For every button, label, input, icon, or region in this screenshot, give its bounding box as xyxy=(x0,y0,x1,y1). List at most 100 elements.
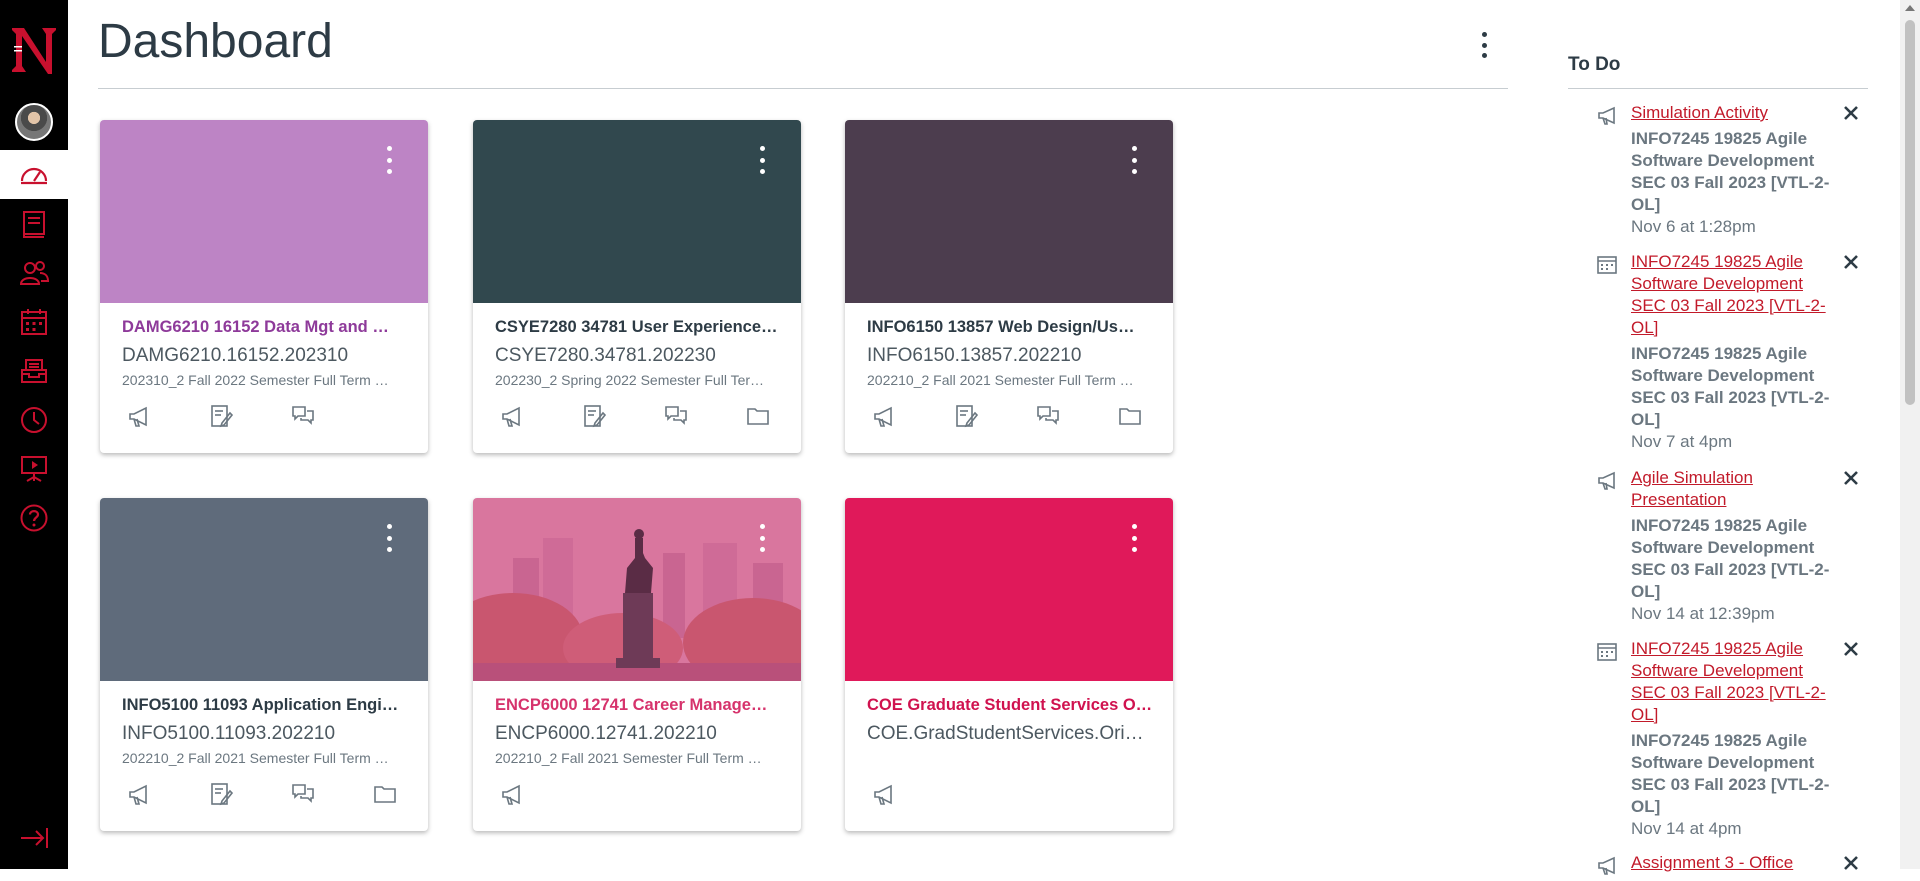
close-icon xyxy=(1844,642,1858,656)
inbox-icon xyxy=(21,358,47,383)
dismiss-todo-button[interactable] xyxy=(1842,104,1860,122)
nav-courses[interactable] xyxy=(0,199,68,248)
assignments-icon xyxy=(956,405,979,428)
course-card-term: 202210_2 Fall 2021 Semester Full Term … xyxy=(122,750,389,766)
announcements-button[interactable] xyxy=(491,400,573,432)
course-card[interactable]: DAMG6210 16152 Data Mgt and … DAMG6210.1… xyxy=(100,120,428,453)
files-button[interactable] xyxy=(737,400,801,432)
announcements-icon xyxy=(874,406,892,427)
northeastern-logo[interactable] xyxy=(6,22,62,78)
nav-studio[interactable] xyxy=(0,444,68,493)
course-card-name[interactable]: DAMG6210 16152 Data Mgt and … xyxy=(122,318,412,337)
course-card-term: 202210_2 Fall 2021 Semester Full Term … xyxy=(495,750,762,766)
nav-calendar[interactable] xyxy=(0,297,68,346)
announcements-button[interactable] xyxy=(863,778,945,810)
dismiss-todo-button[interactable] xyxy=(1842,469,1860,487)
todo-item-link[interactable]: Agile Simulation Presentation xyxy=(1631,467,1831,511)
course-card[interactable]: ENCP6000 12741 Career Manage… ENCP6000.1… xyxy=(473,498,801,831)
calendar-event-icon xyxy=(1596,640,1618,662)
card-options-button[interactable] xyxy=(382,522,396,554)
assignments-button[interactable] xyxy=(573,400,655,432)
assignments-icon xyxy=(211,783,234,806)
card-options-button[interactable] xyxy=(382,144,396,176)
groups-icon xyxy=(19,260,50,285)
nav-inbox[interactable] xyxy=(0,346,68,395)
course-card[interactable]: INFO6150 13857 Web Design/Us… INFO6150.1… xyxy=(845,120,1173,453)
card-options-button[interactable] xyxy=(755,144,769,176)
announcement-icon xyxy=(1596,854,1618,876)
todo-item-date: Nov 14 at 12:39pm xyxy=(1631,604,1775,623)
todo-item-link[interactable]: Simulation Activity xyxy=(1631,102,1831,124)
discussions-button[interactable] xyxy=(655,400,737,432)
calendar-event-icon xyxy=(1596,253,1618,275)
todo-item-link[interactable]: INFO7245 19825 Agile Software Developmen… xyxy=(1631,638,1831,726)
close-icon xyxy=(1844,471,1858,485)
course-card-name[interactable]: INFO6150 13857 Web Design/Us… xyxy=(867,318,1157,337)
dismiss-todo-button[interactable] xyxy=(1842,854,1860,872)
scroll-up-icon[interactable] xyxy=(1905,5,1915,11)
nav-history[interactable] xyxy=(0,395,68,444)
announcements-button[interactable] xyxy=(118,400,200,432)
assignments-button[interactable] xyxy=(945,400,1027,432)
announcement-icon xyxy=(1596,469,1618,491)
kebab-dot-icon xyxy=(1481,42,1487,48)
course-card-image xyxy=(473,498,801,681)
todo-item-link[interactable]: INFO7245 19825 Agile Software Developmen… xyxy=(1631,251,1831,339)
nav-dashboard[interactable] xyxy=(0,150,68,199)
course-card-actions xyxy=(491,778,573,810)
course-card[interactable]: INFO5100 11093 Application Engi… INFO510… xyxy=(100,498,428,831)
todo-heading: To Do xyxy=(1568,54,1621,75)
discussions-button[interactable] xyxy=(1027,400,1109,432)
page-title: Dashboard xyxy=(98,15,333,68)
course-card-header[interactable] xyxy=(845,120,1173,303)
discussions-button[interactable] xyxy=(282,778,364,810)
files-button[interactable] xyxy=(1109,400,1173,432)
card-options-button[interactable] xyxy=(1127,522,1141,554)
course-card-code: ENCP6000.12741.202210 xyxy=(495,723,717,744)
nav-help[interactable] xyxy=(0,493,68,542)
close-icon xyxy=(1844,255,1858,269)
discussions-button[interactable] xyxy=(282,400,364,432)
nav-groups[interactable] xyxy=(0,248,68,297)
course-card-name[interactable]: CSYE7280 34781 User Experience… xyxy=(495,318,785,337)
course-card[interactable]: COE Graduate Student Services O… COE.Gra… xyxy=(845,498,1173,831)
history-icon xyxy=(21,406,47,433)
announcements-icon xyxy=(129,784,147,805)
todo-item-date: Nov 6 at 1:28pm xyxy=(1631,217,1756,236)
dismiss-todo-button[interactable] xyxy=(1842,253,1860,271)
card-options-button[interactable] xyxy=(1127,144,1141,176)
dashboard-options-button[interactable] xyxy=(1472,30,1496,60)
assignments-button[interactable] xyxy=(200,778,282,810)
announcements-button[interactable] xyxy=(118,778,200,810)
course-card-header[interactable] xyxy=(100,120,428,303)
header-divider xyxy=(98,88,1508,89)
announcements-button[interactable] xyxy=(863,400,945,432)
dismiss-todo-button[interactable] xyxy=(1842,640,1860,658)
course-card-actions xyxy=(863,400,1173,432)
course-card-header[interactable] xyxy=(473,498,801,681)
collapse-nav-button[interactable] xyxy=(0,818,68,858)
kebab-dot-icon xyxy=(1481,32,1487,37)
scrollbar-thumb[interactable] xyxy=(1905,20,1915,405)
course-card-name[interactable]: INFO5100 11093 Application Engi… xyxy=(122,696,412,715)
user-avatar[interactable] xyxy=(15,103,53,141)
course-card-code: INFO6150.13857.202210 xyxy=(867,345,1082,366)
files-button[interactable] xyxy=(364,778,428,810)
discussions-icon xyxy=(292,784,314,803)
course-card-name[interactable]: ENCP6000 12741 Career Manage… xyxy=(495,696,785,715)
course-card-header[interactable] xyxy=(845,498,1173,681)
course-card-name[interactable]: COE Graduate Student Services O… xyxy=(867,696,1157,715)
announcements-icon xyxy=(502,406,520,427)
collapse-nav-icon xyxy=(21,828,48,848)
announcements-button[interactable] xyxy=(491,778,573,810)
announcements-icon xyxy=(129,406,147,427)
card-options-button[interactable] xyxy=(755,522,769,554)
todo-divider xyxy=(1568,88,1868,89)
todo-item-link[interactable]: Assignment 3 - Office xyxy=(1631,852,1831,874)
announcements-icon xyxy=(874,784,892,805)
course-card[interactable]: CSYE7280 34781 User Experience… CSYE7280… xyxy=(473,120,801,453)
course-card-header[interactable] xyxy=(100,498,428,681)
assignments-button[interactable] xyxy=(200,400,282,432)
page-scrollbar[interactable] xyxy=(1900,0,1920,869)
course-card-header[interactable] xyxy=(473,120,801,303)
